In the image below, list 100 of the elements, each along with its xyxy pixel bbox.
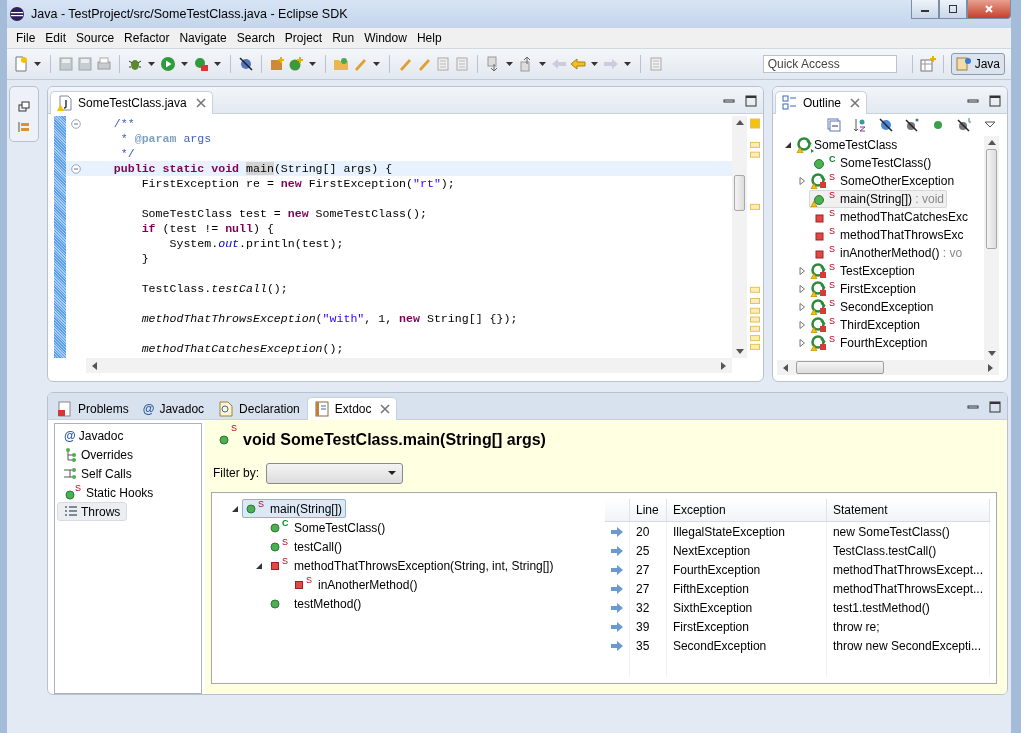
outline-item[interactable]: $^{C}$ SomeTestClass() [809,154,935,172]
outline-tab[interactable]: Outline [775,91,868,114]
menu-item[interactable]: Window [359,31,412,45]
maximize-button[interactable] [939,0,967,19]
outline-item[interactable]: $^{S}$ SecondException [809,298,937,316]
expand-icon[interactable] [798,339,806,347]
run-icon[interactable] [160,56,176,72]
column-header[interactable]: Statement [826,499,990,522]
collapse-icon[interactable] [255,561,263,570]
menu-item[interactable]: Source [71,31,120,45]
menu-item[interactable]: Refactor [119,31,175,45]
caret-icon[interactable] [309,62,316,66]
menu-item[interactable]: Edit [40,31,72,45]
scroll-right-icon[interactable] [721,361,726,370]
caret-icon[interactable] [181,62,188,66]
collapse-icon[interactable] [231,504,239,513]
hide-static-icon[interactable] [905,118,919,132]
scroll-left-icon[interactable] [92,361,97,370]
close-icon[interactable] [850,98,861,108]
menu-item[interactable]: Help [411,31,447,45]
outline-item[interactable]: $^{S}$ FirstException [809,280,920,298]
expand-icon[interactable] [798,303,806,311]
caret-icon[interactable] [624,62,631,66]
minimize-button[interactable] [911,0,939,19]
folder-icon[interactable] [333,56,349,72]
caret-icon[interactable] [506,62,513,66]
menu-item[interactable]: Search [231,31,280,45]
expand-icon[interactable] [798,267,806,275]
outline-item[interactable]: $^{S}$ main(String[]) : void [809,190,948,208]
scroll-up-icon[interactable] [735,120,744,125]
caret-icon[interactable] [148,62,155,66]
scroll-left-icon[interactable] [783,363,788,372]
skip-breakpoints-icon[interactable] [238,56,254,72]
view-list-item[interactable]: @ Javadoc [57,426,131,445]
external-tool-icon[interactable] [193,56,209,72]
back-icon[interactable] [570,56,586,72]
caret-icon[interactable] [34,62,41,66]
open-perspective-icon[interactable] [919,56,936,72]
view-list-item[interactable]: $^{S}$ Static Hooks [57,483,161,502]
caret-icon[interactable] [591,62,598,66]
scroll-right-icon[interactable] [988,363,993,372]
fold-icon[interactable] [71,118,81,129]
close-icon[interactable] [195,98,206,108]
menu-item[interactable]: Navigate [174,31,232,45]
close-icon[interactable] [380,404,391,414]
caret-icon[interactable] [539,62,546,66]
scroll-down-icon[interactable] [735,349,744,354]
view-list-item[interactable]: Overrides [57,445,140,464]
call-tree-item[interactable]: $^{S}$ inAnotherMethod() [290,575,422,594]
menu-item[interactable]: Run [327,31,360,45]
outline-item[interactable]: $^{S}$ SomeOtherException [809,172,958,190]
caret-icon[interactable] [214,62,221,66]
fold-icon[interactable] [71,163,81,174]
scroll-up-icon[interactable] [987,140,996,145]
menu-item[interactable]: File [11,31,41,45]
view-tab[interactable]: Problems [50,397,136,420]
maximize-icon[interactable] [989,401,1001,413]
view-list-item[interactable]: Throws [57,502,128,521]
restore-icon[interactable] [18,101,30,113]
expand-icon[interactable] [798,285,806,293]
outline-item[interactable]: $^{S}$ methodThatThrowsExc [809,226,967,244]
call-tree-item[interactable]: testMethod() [266,594,366,613]
public-members-icon[interactable] [931,118,945,132]
call-tree-item[interactable]: $^{C}$ SomeTestClass() [266,518,390,537]
outline-item[interactable]: $^{S}$ FourthException [809,334,931,352]
filter-dropdown[interactable] [266,462,403,484]
maximize-icon[interactable] [989,95,1001,107]
new-class-icon[interactable] [288,56,304,72]
view-list-item[interactable]: Self Calls [57,464,139,483]
outline-item[interactable]: $^{S}$ inAnotherMethod() : vo [809,244,966,262]
scroll-down-icon[interactable] [987,351,996,356]
expand-icon[interactable] [798,177,806,185]
close-button[interactable] [967,0,1011,19]
hide-fields-icon[interactable] [879,118,893,132]
hide-local-types-icon[interactable] [957,118,971,132]
scrollbar-thumb[interactable] [986,149,997,249]
outline-item[interactable]: $^{S}$ ThirdException [809,316,924,334]
call-tree-item[interactable]: $^{S}$ testCall() [266,537,346,556]
outline-icon[interactable] [18,121,30,133]
outline-item[interactable]: $^{S}$ methodThatCatchesExc [809,208,972,226]
outline-item[interactable]: $^{S}$ TestException [809,262,918,280]
column-header[interactable]: Exception [666,499,827,522]
expand-icon[interactable] [798,321,806,329]
caret-icon[interactable] [373,62,380,66]
java-perspective-button[interactable]: Java [950,53,1005,75]
maximize-icon[interactable] [745,95,757,107]
scrollbar-thumb[interactable] [734,175,745,211]
collapse-icon[interactable] [784,141,792,149]
call-tree-item[interactable]: $^{S}$ methodThatThrowsException(String, int, String[]) [266,556,558,575]
quick-access-field[interactable]: Quick Access [762,55,897,73]
outline-item[interactable]: SomeTestClass [795,136,901,154]
scrollbar-thumb[interactable] [796,361,884,374]
collapse-all-icon[interactable] [827,118,841,132]
column-header[interactable]: Line [629,499,667,522]
call-tree-item[interactable]: $^{S}$ main(String[]) [242,499,347,518]
view-tab[interactable]: @ Javadoc [135,397,212,420]
view-tab[interactable]: Declaration [211,397,307,420]
new-package-icon[interactable] [269,56,285,72]
view-tab[interactable]: Extdoc [306,397,398,420]
menu-item[interactable]: Project [279,31,328,45]
